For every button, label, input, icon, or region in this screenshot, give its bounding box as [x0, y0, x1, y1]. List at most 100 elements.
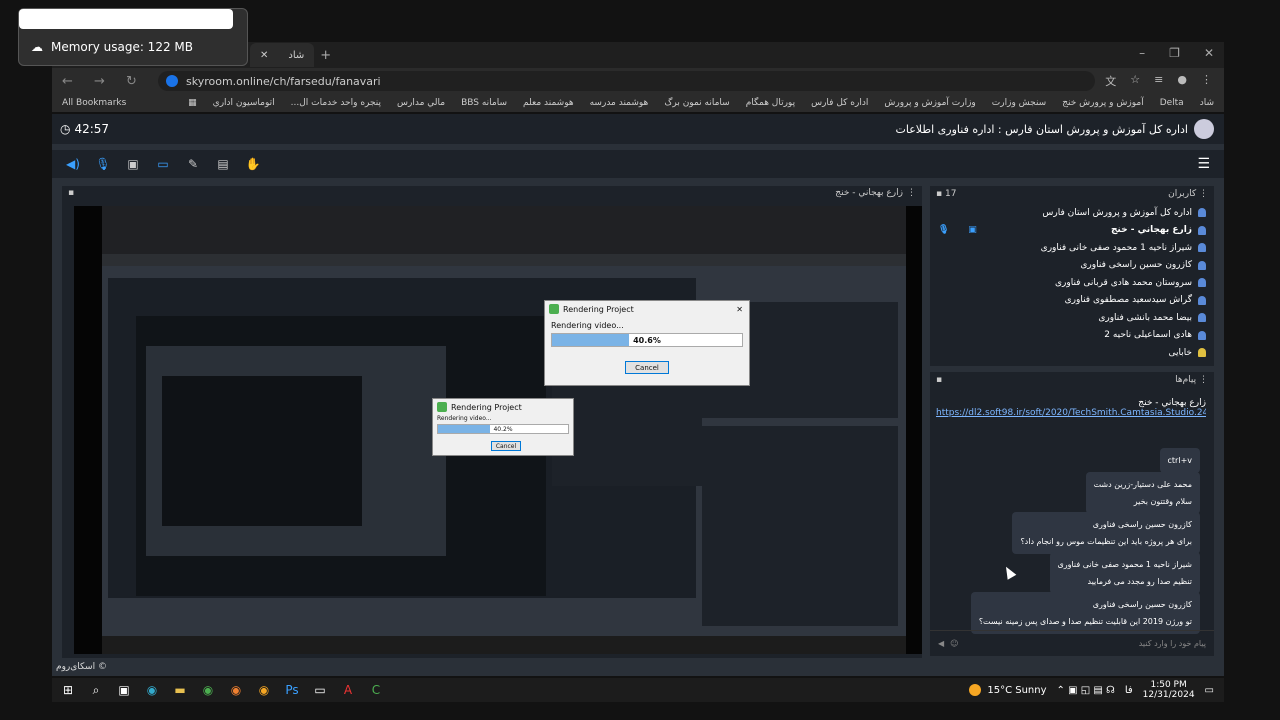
weather-widget[interactable]: 15°C Sunny — [969, 684, 1047, 696]
message-input[interactable]: ◀ ☺ پیام خود را وارد کنید — [930, 630, 1214, 656]
firefox-icon[interactable]: ◉ — [228, 682, 244, 698]
acrobat-icon[interactable]: A — [340, 682, 356, 698]
files-icon[interactable]: ▤ — [214, 155, 232, 173]
user-item[interactable]: گراش سيدسعيد مصطفوی فناوری — [938, 292, 1206, 310]
hamburger-menu-icon[interactable]: ☰ — [1197, 156, 1210, 172]
language-indicator[interactable]: فا — [1125, 685, 1133, 696]
message-placeholder: پیام خود را وارد کنید — [1138, 639, 1206, 648]
user-icon — [1198, 260, 1206, 270]
raise-hand-icon[interactable]: ✋ — [244, 155, 262, 173]
pen-icon[interactable]: ✎ — [184, 155, 202, 173]
bookmark-7[interactable]: سامانه نمون برگ — [664, 98, 729, 108]
render-progress: 40.6% — [551, 333, 743, 347]
star-icon[interactable]: ☆ — [1130, 73, 1140, 89]
message-text: ctrl+v — [1167, 456, 1192, 465]
message-bubble: ctrl+v — [1159, 448, 1200, 473]
emoji-icon[interactable]: ☺ — [950, 639, 958, 648]
user-item[interactable]: هادی اسماعيلی ناحيه 2 — [938, 327, 1206, 345]
bookmarks-bar: شاد Delta آموزش و پرورش خنج سنجش وزارت و… — [52, 94, 1224, 112]
screen-share-panel: ⋮ زارع بهجاني - خنج ▪ Rendering Project … — [62, 186, 922, 658]
camera-off-icon[interactable]: ▣ — [124, 155, 142, 173]
windows-taskbar: ⊞ ⌕ ▣ ◉ ▬ ◉ ◉ ◉ Ps ▭ A C 15°C Sunny ⌃ ▣ … — [52, 678, 1224, 702]
user-item[interactable]: اداره کل آموزش و پرورش استان فارس — [938, 204, 1206, 222]
microphone-icon[interactable]: 🎙 — [94, 155, 112, 173]
reload-icon[interactable]: ↻ — [126, 74, 148, 89]
bookmark-2[interactable]: آموزش و پرورش خنج — [1062, 98, 1143, 108]
close-window-icon[interactable]: ✕ — [1204, 46, 1214, 60]
back-icon[interactable]: ← — [62, 74, 84, 89]
user-icon — [1198, 278, 1206, 288]
bookmark-9[interactable]: هوشمند معلم — [523, 98, 574, 108]
user-item[interactable]: کازرون حسين راسخی فناوری — [938, 257, 1206, 275]
memory-tooltip: ☁ Memory usage: 122 MB — [18, 8, 248, 66]
messages-menu-icon[interactable]: ⋮ — [1199, 375, 1208, 385]
bookmark-5[interactable]: اداره کل فارس — [811, 98, 868, 108]
message-bubble: محمد علی دستيار-زرين دشت سلام وقتتون بخي… — [1085, 472, 1200, 514]
app-icon[interactable]: ◉ — [256, 682, 272, 698]
kebab-menu-icon[interactable]: ⋮ — [1201, 73, 1212, 89]
screen-share-icon[interactable]: ▭ — [154, 155, 172, 173]
minimize-icon[interactable]: – — [1139, 46, 1145, 60]
dialog-close-icon[interactable]: ✕ — [736, 305, 743, 314]
bookmark-3[interactable]: سنجش وزارت — [992, 98, 1046, 108]
render-progress-text: 40.6% — [633, 335, 661, 345]
speaker-icon[interactable]: ◀) — [64, 155, 82, 173]
search-icon[interactable]: ⌕ — [88, 682, 104, 698]
bookmark-6[interactable]: پورتال همگام — [746, 98, 795, 108]
cancel-button[interactable]: Cancel — [625, 361, 669, 374]
bookmark-0[interactable]: شاد — [1200, 98, 1214, 108]
bookmark-10[interactable]: سامانه BBS — [461, 98, 507, 108]
message-bubble: کازرون حسين راسخی فناوری برای هر پروژه ب… — [1012, 512, 1200, 554]
site-info-icon[interactable] — [166, 75, 178, 87]
user-item[interactable]: سروستان محمد هادی قربانی فناوری — [938, 274, 1206, 292]
render-dialog-title: Rendering Project ✕ — [545, 301, 749, 317]
bookmark-13[interactable]: اتوماسيون اداري — [213, 98, 275, 108]
restore-icon[interactable]: ❐ — [1169, 46, 1180, 60]
windows-start-icon[interactable]: ⊞ — [60, 682, 76, 698]
stage-menu-icon[interactable]: ⋮ — [907, 188, 916, 198]
system-clock[interactable]: 1:50 PM 12/31/2024 — [1143, 680, 1195, 700]
message-link[interactable]: https://dl2.soft98.ir/soft/2020/TechSmit… — [936, 408, 1206, 418]
app-2-icon[interactable]: ▭ — [312, 682, 328, 698]
nested-room-header — [102, 254, 906, 266]
bookmark-4[interactable]: وزارت آموزش و پرورش — [884, 98, 975, 108]
all-bookmarks[interactable]: All Bookmarks — [62, 98, 126, 108]
file-explorer-icon[interactable]: ▬ — [172, 682, 188, 698]
nested-screen: Rendering Project Rendering video... 40.… — [102, 206, 906, 654]
task-view-icon[interactable]: ▣ — [116, 682, 132, 698]
camtasia-taskbar-icon[interactable]: C — [368, 682, 384, 698]
cancel-button-nested[interactable]: Cancel — [491, 441, 521, 451]
media-icon[interactable]: ≡ — [1154, 73, 1163, 89]
user-item[interactable]: شيراز ناحيه 1 محمود صفی خانی فناوری — [938, 239, 1206, 257]
photoshop-icon[interactable]: Ps — [284, 682, 300, 698]
bookmark-12[interactable]: پنجره واحد خدمات ال... — [291, 98, 381, 108]
user-item[interactable]: خابايی — [938, 344, 1206, 362]
session-timer: ◷ 42:57 — [60, 122, 110, 136]
send-icon[interactable]: ◀ — [938, 639, 944, 648]
user-icon — [1198, 208, 1206, 218]
url-field[interactable]: skyroom.online/ch/farsedu/fanavari — [158, 71, 1096, 91]
user-count: ▪ 17 — [936, 189, 957, 199]
translate-icon[interactable]: 文 — [1105, 73, 1116, 89]
notification-icon[interactable]: ▭ — [1205, 685, 1214, 696]
render-progress-nested-text: 40.2% — [493, 425, 513, 433]
chrome-icon[interactable]: ◉ — [200, 682, 216, 698]
browser-tab[interactable]: ✕ شاد — [250, 43, 315, 67]
new-tab-icon[interactable]: + — [320, 48, 331, 63]
bookmark-1[interactable]: Delta — [1160, 98, 1184, 108]
edge-icon[interactable]: ◉ — [144, 682, 160, 698]
shared-screen: Rendering Project Rendering video... 40.… — [74, 206, 922, 654]
profile-icon[interactable]: ● — [1177, 73, 1187, 89]
close-tab-icon[interactable]: ✕ — [260, 50, 268, 61]
bookmark-8[interactable]: هوشمند مدرسه — [590, 98, 649, 108]
apps-icon[interactable]: ▦ — [188, 98, 197, 108]
copyright: اسکای‌روم © — [56, 662, 107, 672]
user-item[interactable]: زارع بهجاني - خنج ▣ 🎙 — [938, 222, 1206, 240]
render-dialog-nested-status: Rendering video... — [437, 415, 492, 422]
users-menu-icon[interactable]: ⋮ — [1199, 189, 1208, 199]
messages-panel: ▪ پیام‌ها ⋮ زارع بهجاني - خنج https://dl… — [930, 372, 1214, 656]
bookmark-11[interactable]: مالي مدارس — [397, 98, 445, 108]
tray-icons[interactable]: ⌃ ▣ ◱ ▤ ☊ — [1057, 685, 1115, 696]
user-item[interactable]: بيضا محمد بانشی فناوری — [938, 309, 1206, 327]
forward-icon[interactable]: → — [94, 74, 116, 89]
